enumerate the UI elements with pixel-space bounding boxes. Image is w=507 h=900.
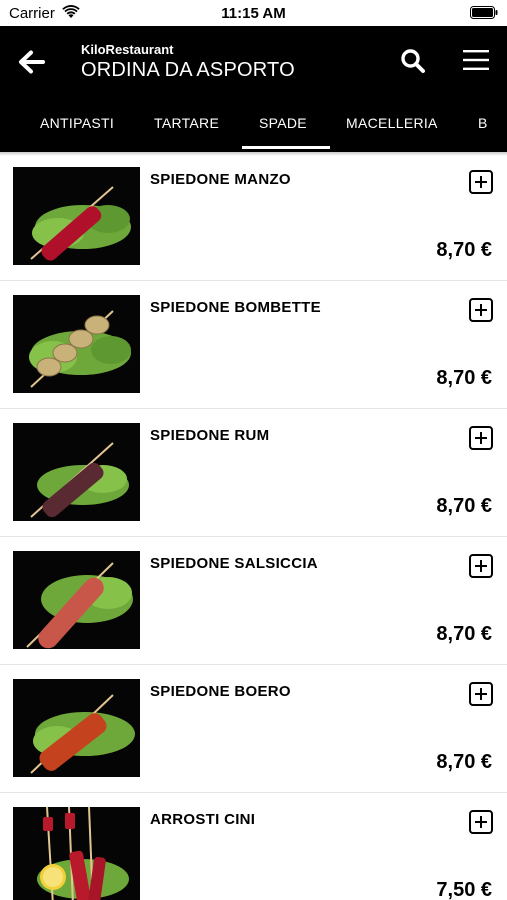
category-tabs: ANTIPASTI TARTARE SPADE MACELLERIA B: [0, 110, 507, 152]
product-image: [13, 551, 140, 649]
active-tab-indicator: [242, 146, 330, 149]
hamburger-menu-icon[interactable]: [461, 46, 491, 74]
product-image: [13, 167, 140, 265]
add-plus-icon[interactable]: [469, 298, 493, 322]
product-name: SPIEDONE BOMBETTE: [150, 299, 321, 316]
skewer-photo: [13, 679, 140, 777]
product-price: 8,70 €: [436, 367, 492, 389]
restaurant-name: KiloRestaurant: [81, 42, 174, 57]
product-price: 8,70 €: [436, 751, 492, 773]
product-list: SPIEDONE MANZO 8,70 € SPIEDONE BOMBETTE …: [0, 153, 507, 900]
product-name: SPIEDONE BOERO: [150, 683, 291, 700]
add-plus-icon[interactable]: [469, 682, 493, 706]
list-item[interactable]: SPIEDONE MANZO 8,70 €: [0, 153, 507, 281]
tab-spade[interactable]: SPADE: [259, 115, 307, 131]
add-plus-icon[interactable]: [469, 170, 493, 194]
skewer-photo: [13, 807, 140, 900]
tab-tartare[interactable]: TARTARE: [154, 115, 219, 131]
product-name: SPIEDONE SALSICCIA: [150, 555, 318, 572]
product-name: SPIEDONE RUM: [150, 427, 270, 444]
tab-antipasti[interactable]: ANTIPASTI: [40, 115, 114, 131]
skewer-photo: [13, 423, 140, 521]
product-image: [13, 423, 140, 521]
tab-b[interactable]: B: [478, 115, 488, 131]
product-price: 7,50 €: [436, 879, 492, 900]
skewer-photo: [13, 167, 140, 265]
list-item[interactable]: ARROSTI CINI 7,50 €: [0, 793, 507, 900]
product-price: 8,70 €: [436, 239, 492, 261]
list-item[interactable]: SPIEDONE SALSICCIA 8,70 €: [0, 537, 507, 665]
app-header: KiloRestaurant ORDINA DA ASPORTO ANTIPAS…: [0, 26, 507, 152]
product-image: [13, 807, 140, 900]
product-price: 8,70 €: [436, 495, 492, 517]
skewer-photo: [13, 295, 140, 393]
add-plus-icon[interactable]: [469, 810, 493, 834]
status-time: 11:15 AM: [221, 5, 286, 22]
product-image: [13, 295, 140, 393]
page-title: ORDINA DA ASPORTO: [81, 59, 295, 81]
list-item[interactable]: SPIEDONE BOMBETTE 8,70 €: [0, 281, 507, 409]
product-name: SPIEDONE MANZO: [150, 171, 291, 188]
back-arrow-icon[interactable]: [18, 48, 46, 76]
battery-icon: [470, 6, 498, 19]
add-plus-icon[interactable]: [469, 554, 493, 578]
list-item[interactable]: SPIEDONE RUM 8,70 €: [0, 409, 507, 537]
search-icon[interactable]: [399, 47, 427, 75]
list-item[interactable]: SPIEDONE BOERO 8,70 €: [0, 665, 507, 793]
tab-macelleria[interactable]: MACELLERIA: [346, 115, 438, 131]
add-plus-icon[interactable]: [469, 426, 493, 450]
product-name: ARROSTI CINI: [150, 811, 256, 828]
skewer-photo: [13, 551, 140, 649]
product-image: [13, 679, 140, 777]
product-price: 8,70 €: [436, 623, 492, 645]
status-bar: Carrier 11:15 AM: [0, 0, 507, 26]
